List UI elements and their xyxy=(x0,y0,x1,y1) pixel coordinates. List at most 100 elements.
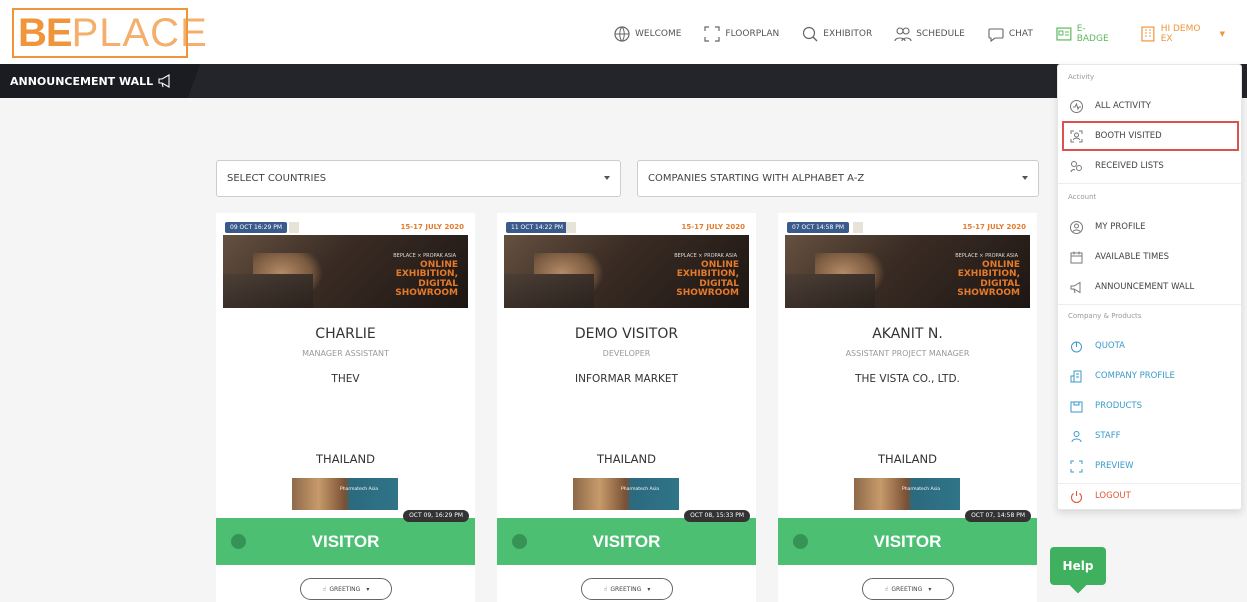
nav-exhibitor[interactable]: EXHIBITOR xyxy=(801,25,872,43)
megaphone-icon xyxy=(1070,281,1081,293)
menu-announcement-wall[interactable]: ANNOUNCEMENT WALL xyxy=(1058,272,1241,302)
menu-products[interactable]: PRODUCTS xyxy=(1058,391,1241,421)
activity-icon xyxy=(1070,99,1083,113)
calendar-icon xyxy=(1070,251,1083,263)
alphabet-select[interactable]: COMPANIES STARTING WITH ALPHABET A-Z xyxy=(637,160,1039,197)
logo-place: PLACE xyxy=(71,11,208,55)
building-icon xyxy=(1141,26,1155,42)
nav-ebadge-label: E-BADGE xyxy=(1076,24,1109,44)
visit-timestamp: OCT 07, 14:58 PM xyxy=(965,510,1031,522)
event-banner: 07 OCT 14:58 PM 15-17 JULY 2020 BEPLACE … xyxy=(785,219,1030,308)
section-activity-title: Activity xyxy=(1068,73,1095,81)
nav-floorplan[interactable]: FLOORPLAN xyxy=(703,25,779,43)
post-date-badge: 11 OCT 14:22 PM xyxy=(506,222,569,233)
nav-chat-label: CHAT xyxy=(1008,29,1033,39)
quota-icon xyxy=(1071,341,1082,352)
booth-icon xyxy=(1070,130,1083,142)
beplace-logo[interactable]: BE PLACE xyxy=(12,8,207,58)
section-account-title: Account xyxy=(1068,193,1097,201)
visitor-role: DEVELOPER xyxy=(602,349,651,358)
alphabet-select-value: COMPANIES STARTING WITH ALPHABET A-Z xyxy=(648,173,865,184)
booth-thumbnail[interactable]: Pharmatech Asia xyxy=(854,478,960,510)
visitor-company: INFORMAR MARKET xyxy=(575,373,678,385)
greeting-button[interactable]: ☝ GREETING ▾ xyxy=(862,578,954,600)
profile-icon xyxy=(1070,220,1083,234)
user-dropdown-menu: Activity ALL ACTIVITY BOOTH VISITED RECE… xyxy=(1057,64,1242,510)
section-company-title: Company & Products xyxy=(1068,312,1142,320)
visitor-bar: VISITOR xyxy=(216,518,475,565)
nav-chat[interactable]: CHAT xyxy=(987,25,1033,43)
nav-schedule[interactable]: SCHEDULE xyxy=(894,25,965,43)
top-header: BE PLACE WELCOME FLOORPLAN EXHIBITOR SCHE… xyxy=(0,0,1247,64)
visitor-company: THEV xyxy=(331,373,360,385)
preview-icon xyxy=(1070,460,1083,472)
staff-icon xyxy=(1071,430,1082,442)
banner-headline: ONLINE EXHIBITION, DIGITAL SHOWROOM xyxy=(395,260,458,299)
contacts-icon xyxy=(1070,160,1082,172)
search-icon xyxy=(803,26,818,42)
announcement-wall-tab[interactable]: ANNOUNCEMENT WALL xyxy=(0,64,200,98)
chevron-down-icon xyxy=(604,176,610,180)
user-menu-toggle[interactable]: HI DEMO EX ▼ xyxy=(1139,24,1225,44)
visit-timestamp: OCT 08, 15:33 PM xyxy=(684,510,750,522)
menu-logout[interactable]: LOGOUT xyxy=(1058,481,1241,511)
nav-ebadge[interactable]: E-BADGE xyxy=(1055,24,1117,44)
menu-preview[interactable]: PREVIEW xyxy=(1058,451,1241,481)
menu-booth-visited[interactable]: BOOTH VISITED xyxy=(1062,121,1239,151)
help-button[interactable]: Help xyxy=(1050,547,1106,585)
user-menu-label: HI DEMO EX xyxy=(1160,24,1201,44)
booth-thumbnail[interactable]: Pharmatech Asia xyxy=(573,478,679,510)
top-nav: WELCOME FLOORPLAN EXHIBITOR SCHEDULE CHA… xyxy=(613,24,1247,44)
logo-be: BE xyxy=(18,11,73,55)
event-date: 15-17 JULY 2020 xyxy=(400,223,464,231)
hand-icon: ☝ xyxy=(603,585,608,593)
thumb-label: Pharmatech Asia xyxy=(902,487,940,492)
booth-thumbnail[interactable]: Pharmatech Asia xyxy=(292,478,398,510)
thumb-label: Pharmatech Asia xyxy=(621,487,659,492)
banner-headline: ONLINE EXHIBITION, DIGITAL SHOWROOM xyxy=(957,260,1020,299)
countries-select[interactable]: SELECT COUNTRIES xyxy=(216,160,621,197)
greeting-label: GREETING xyxy=(329,585,361,593)
menu-available-times-label: AVAILABLE TIMES xyxy=(1095,252,1170,262)
menu-received-lists-label: RECEIVED LISTS xyxy=(1095,161,1164,171)
menu-quota-label: QUOTA xyxy=(1095,341,1125,351)
banner-tagline: BEPLACE × PROPAK ASIA xyxy=(955,253,1018,259)
nav-floorplan-label: FLOORPLAN xyxy=(725,29,780,39)
menu-available-times[interactable]: AVAILABLE TIMES xyxy=(1058,242,1241,272)
company-icon xyxy=(1070,370,1082,382)
help-label: Help xyxy=(1062,559,1094,573)
greeting-button[interactable]: ☝ GREETING ▾ xyxy=(300,578,392,600)
floorplan-icon xyxy=(704,26,721,42)
visitor-country: THAILAND xyxy=(597,452,656,466)
chevron-down-icon: ▾ xyxy=(928,585,932,593)
menu-company-profile-label: COMPANY PROFILE xyxy=(1095,371,1175,381)
menu-company-profile[interactable]: COMPANY PROFILE xyxy=(1058,361,1241,391)
post-date-badge: 09 OCT 16:29 PM xyxy=(225,222,288,233)
visitor-label: VISITOR xyxy=(311,532,380,551)
chevron-down-icon xyxy=(1022,176,1028,180)
hand-icon: ☝ xyxy=(322,585,327,593)
event-banner: 11 OCT 14:22 PM 15-17 JULY 2020 BEPLACE … xyxy=(504,219,749,308)
chevron-down-icon: ▾ xyxy=(366,585,370,593)
menu-my-profile[interactable]: MY PROFILE xyxy=(1058,212,1241,242)
banner-headline: ONLINE EXHIBITION, DIGITAL SHOWROOM xyxy=(676,260,739,299)
nav-schedule-label: SCHEDULE xyxy=(916,29,965,39)
greeting-label: GREETING xyxy=(610,585,642,593)
menu-booth-visited-label: BOOTH VISITED xyxy=(1095,131,1162,141)
nav-welcome[interactable]: WELCOME xyxy=(613,25,681,43)
menu-quota[interactable]: QUOTA xyxy=(1058,331,1241,361)
menu-staff[interactable]: STAFF xyxy=(1058,421,1241,451)
menu-received-lists[interactable]: RECEIVED LISTS xyxy=(1058,151,1241,181)
greeting-button[interactable]: ☝ GREETING ▾ xyxy=(581,578,673,600)
menu-all-activity[interactable]: ALL ACTIVITY xyxy=(1058,91,1241,121)
visitor-role: MANAGER ASSISTANT xyxy=(302,349,389,358)
post-date-badge: 07 OCT 14:58 PM xyxy=(787,222,850,233)
thumb-label: Pharmatech Asia xyxy=(340,487,378,492)
power-icon xyxy=(1071,490,1082,503)
visitor-label: VISITOR xyxy=(873,532,942,551)
chat-icon xyxy=(988,28,1004,43)
visit-timestamp: OCT 09, 16:29 PM xyxy=(403,510,469,522)
page-title: ANNOUNCEMENT WALL xyxy=(10,74,154,88)
event-banner: 09 OCT 16:29 PM 15-17 JULY 2020 BEPLACE … xyxy=(223,219,468,308)
menu-my-profile-label: MY PROFILE xyxy=(1095,222,1146,232)
